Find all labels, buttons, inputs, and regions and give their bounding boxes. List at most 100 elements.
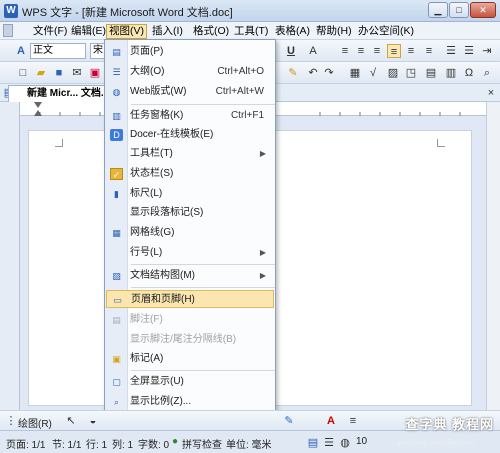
watermark-url: jiaocheng.chazidian.com bbox=[397, 440, 474, 447]
view-menu-item-header-footer[interactable]: ▭ 页眉和页脚(H) bbox=[106, 290, 274, 308]
vertical-scrollbar[interactable] bbox=[486, 102, 500, 410]
view-menu-item-outline[interactable]: ☰ 大纲(O) Ctrl+Alt+O bbox=[106, 63, 274, 81]
draw-menu-button[interactable]: 绘图(R) bbox=[18, 415, 52, 430]
menu-insert[interactable]: 插入(I) bbox=[150, 24, 185, 39]
line-style-icon[interactable]: ≡ bbox=[346, 414, 360, 428]
view-menu-item-docer[interactable]: D Docer-在线模板(E) bbox=[106, 126, 274, 144]
autoshapes-icon[interactable]: ◒ bbox=[86, 414, 100, 428]
align-center-icon[interactable]: ≡ bbox=[354, 44, 368, 58]
margin-corner-mark bbox=[55, 139, 63, 147]
justify-icon[interactable]: ≡ bbox=[387, 44, 401, 58]
redo-icon[interactable]: ↷ bbox=[322, 66, 336, 80]
task-pane-icon: ▥ bbox=[112, 111, 121, 121]
select-arrow-icon[interactable]: ↖ bbox=[64, 414, 78, 428]
status-zoom[interactable]: 10 bbox=[356, 436, 367, 447]
view-menu-item-toolbars[interactable]: 工具栏(T) ▶ bbox=[106, 145, 274, 163]
distribute-icon[interactable]: ≡ bbox=[404, 44, 418, 58]
menu-tools[interactable]: 工具(T) bbox=[232, 24, 270, 39]
indent-icon[interactable]: ⇥ bbox=[480, 44, 494, 58]
view-menu-item-fullscreen[interactable]: ▢ 全屏显示(U) bbox=[106, 373, 274, 391]
view-menu-dropdown: ▤ 页面(P) ☰ 大纲(O) Ctrl+Alt+O ◍ Web版式(W) Ct… bbox=[104, 39, 276, 413]
numbering-icon[interactable]: ☰ bbox=[444, 44, 458, 58]
document-map-icon: ▧ bbox=[112, 271, 121, 281]
close-button[interactable]: ✕ bbox=[470, 2, 496, 18]
view-menu-item-paragraph-marks[interactable]: 显示段落标记(S) bbox=[106, 204, 274, 222]
chart-icon[interactable]: ▤ bbox=[424, 66, 438, 80]
style-icon[interactable]: A bbox=[14, 44, 28, 58]
document-control-icon[interactable] bbox=[3, 24, 13, 37]
footnote-icon: ▤ bbox=[112, 315, 121, 325]
gridlines-icon: ▦ bbox=[112, 228, 121, 238]
submenu-arrow-icon: ▶ bbox=[259, 271, 266, 280]
view-menu-item-status-bar[interactable]: ✓ 状态栏(S) bbox=[106, 165, 274, 183]
maximize-button[interactable]: □ bbox=[449, 2, 469, 18]
tab-document[interactable]: 新建 Micr... 文档.d bbox=[8, 85, 117, 102]
view-menu-item-page[interactable]: ▤ 页面(P) bbox=[106, 43, 274, 61]
zoom-icon[interactable]: ⌕ bbox=[480, 66, 494, 80]
style-select[interactable]: 正文 bbox=[30, 43, 86, 59]
insert-shape-icon[interactable]: ◳ bbox=[404, 66, 418, 80]
open-folder-icon[interactable]: ▰ bbox=[34, 66, 48, 80]
view-menu-item-markup[interactable]: ▣ 标记(A) bbox=[106, 350, 274, 368]
page-view-icon[interactable]: ▤ bbox=[306, 436, 320, 450]
view-menu-item-task-pane[interactable]: ▥ 任务窗格(K) Ctrl+F1 bbox=[106, 107, 274, 125]
status-word-count: 字数: 0 bbox=[138, 440, 170, 451]
align-right-icon[interactable]: ≡ bbox=[370, 44, 384, 58]
menu-office-space[interactable]: 办公空间(K) bbox=[356, 24, 416, 39]
export-pdf-icon[interactable]: ▣ bbox=[88, 66, 102, 80]
view-menu-item-document-map[interactable]: ▧ 文档结构图(M) ▶ bbox=[106, 267, 274, 285]
page-view-icon: ▤ bbox=[112, 47, 121, 57]
title-bar: W WPS 文字 - [新建 Microsoft Word 文档.doc] ▁ … bbox=[0, 0, 500, 22]
menu-file[interactable]: 文件(F) bbox=[31, 24, 69, 39]
status-section: 节: 1/1 bbox=[52, 440, 82, 451]
window-title: WPS 文字 - [新建 Microsoft Word 文档.doc] bbox=[22, 7, 233, 19]
underline-icon[interactable]: U bbox=[284, 44, 298, 58]
save-icon[interactable]: ■ bbox=[52, 66, 66, 80]
header-footer-icon: ▭ bbox=[113, 295, 122, 305]
wps-logo-icon: W bbox=[4, 4, 18, 18]
minimize-button[interactable]: ▁ bbox=[428, 2, 448, 18]
line-spacing-icon[interactable]: ≡ bbox=[422, 44, 436, 58]
status-unit: 单位: 毫米 bbox=[226, 440, 272, 451]
close-tab-icon[interactable]: × bbox=[484, 86, 498, 100]
font-color-icon[interactable]: A bbox=[306, 44, 320, 58]
view-menu-item-line-numbers[interactable]: 行号(L) ▶ bbox=[106, 244, 274, 262]
formula-icon[interactable]: √ bbox=[366, 66, 380, 80]
bullets-icon[interactable]: ☰ bbox=[462, 44, 476, 58]
view-menu-item-ruler[interactable]: ▮ 标尺(L) bbox=[106, 185, 274, 203]
toolbar-grip-icon: ⋮ bbox=[5, 415, 17, 427]
insert-table-icon[interactable]: ▦ bbox=[348, 66, 362, 80]
menu-table[interactable]: 表格(A) bbox=[273, 24, 312, 39]
menu-help[interactable]: 帮助(H) bbox=[314, 24, 354, 39]
format-painter-icon[interactable]: ✎ bbox=[286, 66, 300, 80]
symbol-icon[interactable]: Ω bbox=[462, 66, 476, 80]
menu-edit[interactable]: 编辑(E) bbox=[69, 24, 108, 39]
web-view-icon[interactable]: ◍ bbox=[338, 436, 352, 450]
view-menu-item-footnote-separator[interactable]: 显示脚注/尾注分隔线(B) bbox=[106, 331, 274, 349]
undo-icon[interactable]: ↶ bbox=[306, 66, 320, 80]
markup-icon: ▣ bbox=[112, 354, 121, 364]
menu-separator bbox=[131, 104, 275, 105]
status-spellcheck[interactable]: 拼写检查 bbox=[182, 436, 222, 451]
outline-view-icon[interactable]: ☰ bbox=[322, 436, 336, 450]
columns-icon[interactable]: ▥ bbox=[444, 66, 458, 80]
view-menu-item-gridlines[interactable]: ▦ 网格线(G) bbox=[106, 224, 274, 242]
vertical-ruler[interactable] bbox=[0, 102, 20, 432]
new-document-icon[interactable]: □ bbox=[16, 66, 30, 80]
fullscreen-icon: ▢ bbox=[112, 377, 121, 387]
view-menu-item-web-layout[interactable]: ◍ Web版式(W) Ctrl+Alt+W bbox=[106, 83, 274, 101]
margin-corner-mark bbox=[437, 139, 445, 147]
view-menu-item-footnote[interactable]: ▤ 脚注(F) bbox=[106, 311, 274, 329]
insert-picture-icon[interactable]: ▨ bbox=[386, 66, 400, 80]
status-col: 列: 1 bbox=[112, 440, 134, 451]
view-menu-item-zoom[interactable]: ⌕ 显示比例(Z)... bbox=[106, 393, 274, 411]
menu-separator bbox=[131, 264, 275, 265]
menu-view[interactable]: 视图(V) bbox=[106, 24, 147, 39]
outline-icon: ☰ bbox=[112, 67, 121, 77]
menu-format[interactable]: 格式(O) bbox=[191, 24, 231, 39]
ruler-icon: ▮ bbox=[114, 189, 119, 199]
line-color-icon[interactable]: ✎ bbox=[282, 414, 296, 428]
font-color-icon[interactable]: A bbox=[324, 414, 338, 428]
align-left-icon[interactable]: ≡ bbox=[338, 44, 352, 58]
mail-icon[interactable]: ✉ bbox=[70, 66, 84, 80]
